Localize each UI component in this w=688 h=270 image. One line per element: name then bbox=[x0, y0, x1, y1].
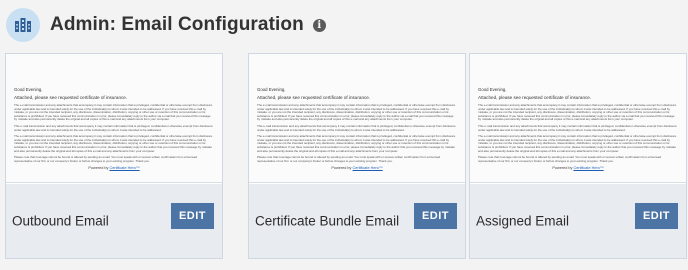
card-title: Certificate Bundle Email bbox=[255, 213, 400, 229]
preview-disclaimer: The e-mail transmission and any attachme… bbox=[14, 134, 213, 153]
preview-disclaimer: Please note that coverage cannot be boun… bbox=[14, 155, 198, 163]
preview-greeting: Good Evening, bbox=[478, 87, 507, 92]
preview-attached-line: Attached, please see requested certifica… bbox=[257, 95, 371, 100]
app-badge bbox=[6, 8, 40, 42]
preview-disclaimer: The e-mail transmission and any attachme… bbox=[14, 103, 213, 122]
preview-greeting: Good Evening, bbox=[14, 87, 43, 92]
card-footer: Assigned Email EDIT bbox=[470, 184, 686, 258]
preview-powered-by: Powered by Certificate Hero™ bbox=[331, 166, 383, 171]
email-template-preview: Good Evening, Attached, please see reque… bbox=[470, 54, 686, 183]
preview-brand-link: Certificate Hero™ bbox=[109, 166, 140, 171]
email-card-certificate-bundle: Good Evening, Attached, please see reque… bbox=[248, 53, 466, 259]
email-card-assigned: Good Evening, Attached, please see reque… bbox=[469, 53, 687, 259]
preview-disclaimer: This e-mail transmission and any attachm… bbox=[14, 123, 213, 132]
preview-disclaimer: The e-mail transmission and any attachme… bbox=[257, 134, 456, 153]
preview-greeting: Good Evening, bbox=[257, 87, 286, 92]
email-card-outbound: Good Evening, Attached, please see reque… bbox=[5, 53, 223, 259]
card-footer: Certificate Bundle Email EDIT bbox=[249, 184, 465, 258]
preview-disclaimer: Please note that coverage cannot be boun… bbox=[257, 155, 441, 163]
page-title: Admin: Email Configuration bbox=[50, 14, 304, 35]
building-icon bbox=[15, 18, 31, 32]
preview-disclaimer: The e-mail transmission and any attachme… bbox=[478, 134, 677, 153]
preview-disclaimer: This e-mail transmission and any attachm… bbox=[257, 123, 456, 132]
preview-powered-by: Powered by Certificate Hero™ bbox=[552, 166, 604, 171]
preview-attached-line: Attached, please see requested certifica… bbox=[478, 95, 592, 100]
preview-disclaimer: Please note that coverage cannot be boun… bbox=[478, 155, 662, 163]
edit-assigned-email-button[interactable]: EDIT bbox=[635, 203, 678, 229]
edit-certificate-bundle-email-button[interactable]: EDIT bbox=[414, 203, 457, 229]
card-title: Assigned Email bbox=[476, 213, 570, 229]
preview-brand-link: Certificate Hero™ bbox=[352, 166, 383, 171]
preview-attached-line: Attached, please see requested certifica… bbox=[14, 95, 128, 100]
preview-brand-link: Certificate Hero™ bbox=[573, 166, 604, 171]
card-title: Outbound Email bbox=[12, 213, 109, 229]
preview-disclaimer: The e-mail transmission and any attachme… bbox=[478, 103, 677, 122]
edit-outbound-email-button[interactable]: EDIT bbox=[171, 203, 214, 229]
preview-disclaimer: The e-mail transmission and any attachme… bbox=[257, 103, 456, 122]
card-footer: Outbound Email EDIT bbox=[6, 184, 222, 258]
email-template-preview: Good Evening, Attached, please see reque… bbox=[249, 54, 465, 183]
preview-disclaimer: This e-mail transmission and any attachm… bbox=[478, 123, 677, 132]
page-header: Admin: Email Configuration i bbox=[6, 8, 326, 42]
email-template-preview: Good Evening, Attached, please see reque… bbox=[6, 54, 222, 183]
preview-powered-by: Powered by Certificate Hero™ bbox=[88, 166, 140, 171]
info-icon[interactable]: i bbox=[312, 18, 326, 32]
